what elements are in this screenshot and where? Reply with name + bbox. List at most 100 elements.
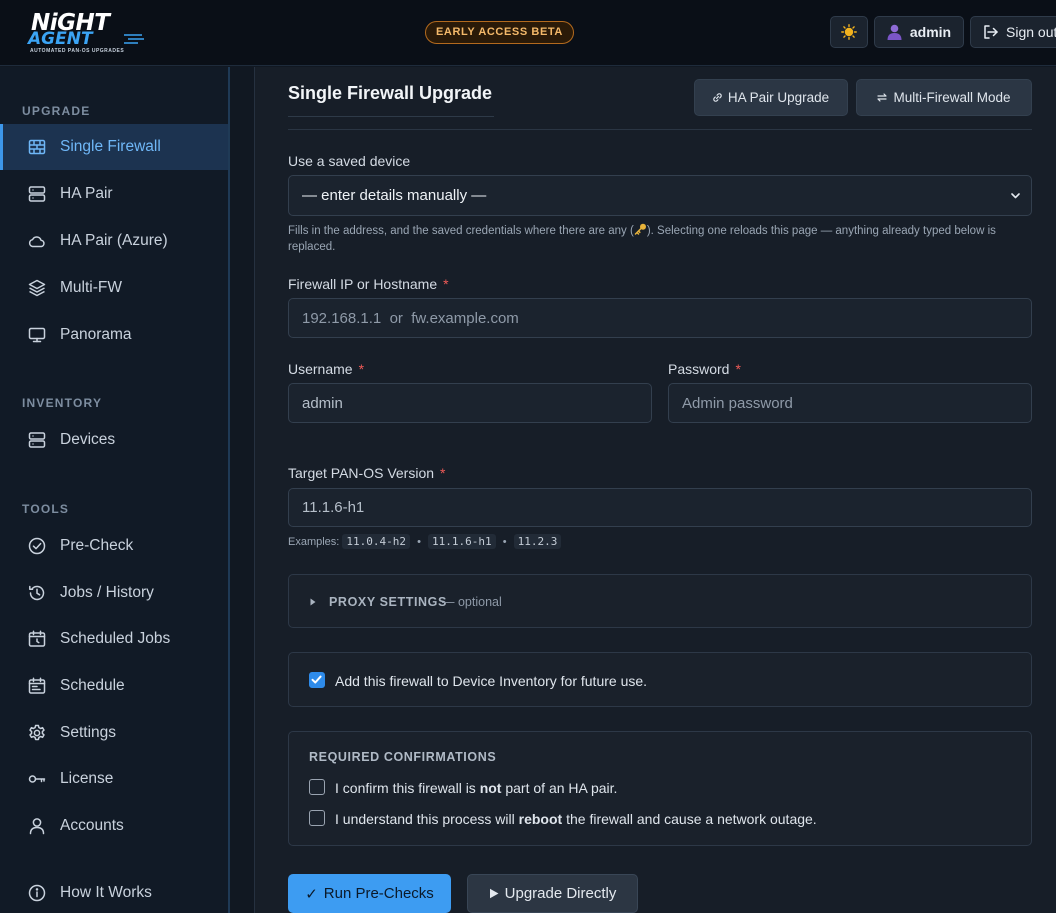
sidebar-item-ha-pair-azure[interactable]: HA Pair (Azure): [0, 218, 228, 264]
sidebar-item-pre-check[interactable]: Pre-Check: [0, 523, 228, 569]
confirm-reboot-label: I understand this process will reboot th…: [335, 811, 817, 827]
user-icon: [29, 818, 45, 835]
sidebar-item-schedule[interactable]: Schedule: [0, 663, 228, 709]
sidebar-item-devices[interactable]: Devices: [0, 417, 228, 463]
version-example: 11.2.3: [513, 534, 562, 549]
sidebar-item-jobs-history[interactable]: Jobs / History: [0, 570, 228, 616]
target-version-input[interactable]: 11.1.6-h1: [288, 488, 1032, 527]
required-marker: *: [358, 361, 365, 377]
password-placeholder: Admin password: [682, 394, 793, 412]
confirm-not-ha-text-2: part of an HA pair.: [501, 780, 618, 796]
confirm-not-ha-bold: not: [479, 780, 502, 796]
proxy-settings-label: PROXY SETTINGS: [329, 595, 447, 609]
sidebar-item-scheduled-jobs[interactable]: Scheduled Jobs: [0, 616, 228, 662]
firewall-ip-label: Firewall IP or Hostname *: [288, 276, 449, 292]
sidebar-item-label: Scheduled Jobs: [60, 630, 171, 647]
saved-device-selected: — enter details manually —: [302, 187, 487, 204]
sidebar-item-how-it-works[interactable]: How It Works: [0, 870, 228, 913]
required-confirmations-card: REQUIRED CONFIRMATIONS I confirm this fi…: [288, 731, 1032, 846]
theme-toggle-button[interactable]: [830, 16, 868, 48]
user-menu-button[interactable]: admin: [874, 16, 964, 48]
top-bar: NiGHT AGENT AUTOMATED PAN-OS UPGRADES EA…: [0, 0, 1056, 66]
link-icon: [713, 93, 722, 102]
upgrade-directly-label: Upgrade Directly: [504, 885, 617, 902]
target-version-value: 11.1.6-h1: [302, 499, 365, 516]
checkmark-icon: ✓: [305, 885, 318, 903]
run-pre-checks-button[interactable]: ✓ Run Pre-Checks: [288, 874, 451, 913]
username-label: Username *: [288, 361, 364, 377]
user-avatar-icon: [887, 24, 902, 40]
sidebar-item-settings[interactable]: Settings: [0, 710, 228, 756]
confirm-not-ha-checkbox[interactable]: [309, 779, 325, 795]
firewall-ip-input[interactable]: 192.168.1.1 or fw.example.com: [288, 298, 1032, 338]
key-icon: [634, 223, 646, 235]
confirm-not-ha-label: I confirm this firewall is not part of a…: [335, 780, 617, 796]
sidebar-item-label: Schedule: [60, 677, 125, 694]
logo-line2: AGENT: [28, 29, 93, 49]
proxy-settings-toggle[interactable]: PROXY SETTINGS — optional: [288, 574, 1032, 628]
required-marker: *: [440, 465, 446, 481]
username-label-text: Username: [288, 361, 353, 377]
monitor-icon: [28, 327, 46, 343]
confirmations-heading: REQUIRED CONFIRMATIONS: [309, 750, 497, 764]
page-title: Single Firewall Upgrade: [288, 83, 493, 103]
sidebar-item-label: Panorama: [60, 326, 132, 343]
sidebar-item-label: Jobs / History: [60, 584, 154, 601]
firewall-icon: [28, 139, 46, 155]
sidebar-item-label: Pre-Check: [60, 537, 134, 554]
sidebar-item-multi-fw[interactable]: Multi-FW: [0, 265, 228, 311]
ha-pair-upgrade-button[interactable]: HA Pair Upgrade: [694, 79, 848, 116]
chevron-down-icon: [1011, 193, 1020, 199]
inventory-option-card: Add this firewall to Device Inventory fo…: [288, 652, 1032, 707]
saved-device-help: Fills in the address, and the saved cred…: [288, 223, 1018, 255]
server-stack-icon: [28, 186, 46, 202]
sidebar-item-label: Single Firewall: [60, 138, 161, 155]
sidebar-item-license[interactable]: License: [0, 756, 228, 802]
swap-arrows-icon: [877, 93, 888, 102]
sidebar: UPGRADE Single Firewall HA Pair HA Pair …: [0, 67, 230, 913]
sidebar-item-ha-pair[interactable]: HA Pair: [0, 171, 228, 217]
target-version-label: Target PAN-OS Version *: [288, 465, 445, 481]
sidebar-item-panorama[interactable]: Panorama: [0, 312, 228, 358]
username-input[interactable]: admin: [288, 383, 652, 423]
multi-firewall-mode-button[interactable]: Multi-Firewall Mode: [856, 79, 1032, 116]
caret-right-icon: [310, 598, 316, 606]
confirm-not-ha-text-1: I confirm this firewall is: [335, 780, 480, 796]
cloud-icon: [28, 236, 45, 248]
add-to-inventory-label: Add this firewall to Device Inventory fo…: [335, 673, 648, 689]
username-value: admin: [302, 394, 343, 412]
sidebar-item-label: Accounts: [60, 817, 124, 834]
server-icon: [28, 432, 46, 448]
password-label: Password *: [668, 361, 741, 377]
ha-pair-upgrade-label: HA Pair Upgrade: [727, 90, 830, 105]
firewall-ip-placeholder: 192.168.1.1 or fw.example.com: [302, 309, 519, 327]
main-panel: Single Firewall Upgrade HA Pair Upgrade …: [254, 67, 1056, 913]
logo-tagline: AUTOMATED PAN-OS UPGRADES: [30, 48, 125, 54]
check-circle-icon: [28, 537, 46, 555]
sidebar-item-accounts[interactable]: Accounts: [0, 803, 228, 849]
saved-device-select[interactable]: — enter details manually —: [288, 175, 1032, 216]
upgrade-directly-button[interactable]: Upgrade Directly: [467, 874, 638, 913]
sign-out-button[interactable]: Sign out: [970, 16, 1056, 48]
beta-badge: EARLY ACCESS BETA: [425, 21, 574, 44]
calendar-clock-icon: [28, 630, 46, 647]
checkmark-icon: [311, 675, 322, 684]
sidebar-item-label: HA Pair: [60, 185, 113, 202]
version-example: 11.0.4-h2: [342, 534, 411, 549]
add-to-inventory-checkbox[interactable]: [309, 672, 325, 688]
section-label-tools: TOOLS: [22, 502, 70, 516]
sidebar-item-single-firewall[interactable]: Single Firewall: [0, 124, 228, 170]
firewall-ip-label-text: Firewall IP or Hostname: [288, 276, 438, 292]
password-input[interactable]: Admin password: [668, 383, 1032, 423]
proxy-optional-label: — optional: [442, 595, 502, 609]
saved-device-label: Use a saved device: [288, 153, 411, 169]
sidebar-item-label: Devices: [60, 431, 116, 448]
required-marker: *: [735, 361, 741, 377]
confirm-reboot-checkbox[interactable]: [309, 810, 325, 826]
version-example: 11.1.6-h1: [428, 534, 496, 549]
play-icon: [489, 888, 499, 899]
app-logo[interactable]: NiGHT AGENT AUTOMATED PAN-OS UPGRADES: [28, 10, 144, 56]
user-name: admin: [909, 24, 952, 40]
sun-icon: [841, 24, 857, 40]
section-label-upgrade: UPGRADE: [22, 104, 91, 118]
